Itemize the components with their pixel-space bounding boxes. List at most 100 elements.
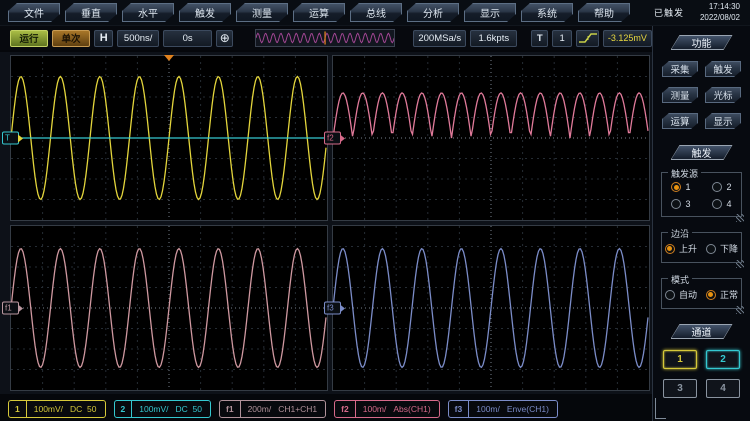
sample-rate: 200MSa/s [413, 30, 466, 47]
acquire-button[interactable]: 采集 [662, 61, 698, 77]
badge-info: DC 50 [68, 404, 104, 414]
trigger-mode-group: 模式 自动 正常 [661, 278, 742, 309]
ch2-info-badge[interactable]: 2 100mV/ DC 50 [114, 400, 212, 418]
radio-icon [706, 290, 716, 300]
trigger-marker-label: T [5, 133, 10, 144]
f3-zero-marker[interactable]: f3 [324, 302, 341, 315]
trigger-edge-group: 边沿 上升 下降 [661, 232, 742, 263]
radio-label: 上升 [679, 242, 697, 255]
radio-label: 正常 [720, 288, 738, 301]
f1-info-badge[interactable]: f1 200m/ CH1+CH1 [219, 400, 326, 418]
horizontal-button[interactable]: H [94, 30, 113, 47]
menu-vertical[interactable]: 垂直 [65, 3, 117, 22]
radio-label: 2 [726, 182, 731, 192]
f1-marker-label: f1 [5, 303, 12, 314]
mode-normal-radio[interactable]: 正常 [705, 288, 739, 301]
status-bar: 1 100mV/ DC 50 2 100mV/ DC 50 f1 200m/ C… [0, 396, 652, 421]
horizontal-offset-button[interactable]: 0s [163, 30, 212, 47]
trigger-source-1-radio[interactable]: 1 [664, 182, 698, 192]
channel-4-button[interactable]: 4 [706, 379, 740, 398]
badge-scale: 100mV/ [27, 404, 68, 414]
scope-display: T f2 f1 f3 [10, 55, 650, 391]
section-header-channel: 通道 [671, 324, 733, 339]
trigger-title: 触发 [672, 146, 732, 159]
f2-info-badge[interactable]: f2 100m/ Abs(CH1) [334, 400, 440, 418]
waveform-preview-strip[interactable] [255, 29, 395, 47]
edge-falling-radio[interactable]: 下降 [705, 242, 739, 255]
menu-measure[interactable]: 测量 [236, 3, 288, 22]
measure-button[interactable]: 测量 [662, 87, 698, 103]
toolbar: 运行 单次 H 500ns/ 0s ⊕ 200MSa/s 1.6kpts T 1… [0, 26, 652, 50]
channel-3-button[interactable]: 3 [663, 379, 697, 398]
trigger-edge-group-title: 边沿 [668, 227, 692, 240]
marker-arrow-icon [340, 304, 345, 312]
oscilloscope-app: 文件 垂直 水平 触发 测量 运算 总线 分析 显示 系统 帮助 已触发 17:… [0, 0, 750, 421]
badge-info: Enve(CH1) [505, 404, 557, 414]
f2-zero-marker[interactable]: f2 [324, 132, 341, 145]
cursor-button[interactable]: 光标 [705, 87, 741, 103]
single-button[interactable]: 单次 [52, 30, 90, 47]
menu-file[interactable]: 文件 [8, 3, 60, 22]
badge-info: Abs(CH1) [391, 404, 438, 414]
timebase-button[interactable]: 500ns/ [117, 30, 159, 47]
trigger-level-value[interactable]: -3.125mV [603, 30, 652, 47]
menu-display[interactable]: 显示 [464, 3, 516, 22]
channel-title: 通道 [672, 325, 732, 338]
trigger-source-3-radio[interactable]: 3 [664, 199, 698, 209]
badge-label: f3 [449, 401, 470, 417]
marker-arrow-icon [340, 134, 345, 142]
radio-label: 3 [685, 199, 690, 209]
rising-edge-icon [578, 31, 598, 45]
radio-icon [712, 182, 722, 192]
menu-bus[interactable]: 总线 [350, 3, 402, 22]
trigger-source-group: 触发源 1 2 3 4 [661, 172, 742, 217]
edge-rising-radio[interactable]: 上升 [664, 242, 698, 255]
function-title: 功能 [672, 36, 732, 49]
trigger-source-4-radio[interactable]: 4 [705, 199, 739, 209]
ch1-info-badge[interactable]: 1 100mV/ DC 50 [8, 400, 106, 418]
badge-scale: 200m/ [241, 404, 277, 414]
f1-zero-marker[interactable]: f1 [2, 302, 19, 315]
time: 17:14:30 [700, 2, 740, 12]
trigger-button[interactable]: 触发 [705, 61, 741, 77]
channel-1-button[interactable]: 1 [663, 350, 697, 369]
channel-buttons: 1 2 3 4 [653, 350, 750, 398]
menu-bar: 文件 垂直 水平 触发 测量 运算 总线 分析 显示 系统 帮助 已触发 17:… [0, 0, 750, 26]
display-button[interactable]: 显示 [705, 113, 741, 129]
channel-2-button[interactable]: 2 [706, 350, 740, 369]
menu-help[interactable]: 帮助 [578, 3, 630, 22]
scope-grid-ch1-ch2[interactable]: T [10, 55, 328, 221]
trigger-t-button[interactable]: T [531, 30, 548, 47]
trigger-mode-group-title: 模式 [668, 273, 692, 286]
math-button[interactable]: 运算 [662, 113, 698, 129]
scope-grid-f2[interactable]: f2 [332, 55, 650, 221]
trigger-slope-icon[interactable] [576, 30, 599, 47]
radio-icon [665, 244, 675, 254]
mode-auto-radio[interactable]: 自动 [664, 288, 698, 301]
trigger-source-button[interactable]: 1 [552, 30, 572, 47]
trigger-source-2-radio[interactable]: 2 [705, 182, 739, 192]
menu-system[interactable]: 系统 [521, 3, 573, 22]
preview-waveform [256, 30, 394, 46]
radio-label: 4 [726, 199, 731, 209]
badge-scale: 100m/ [356, 404, 392, 414]
radio-icon [706, 244, 716, 254]
menu-trigger[interactable]: 触发 [179, 3, 231, 22]
run-button[interactable]: 运行 [10, 30, 48, 47]
f3-info-badge[interactable]: f3 100m/ Enve(CH1) [448, 400, 558, 418]
f2-marker-label: f2 [327, 133, 334, 144]
menu-math[interactable]: 运算 [293, 3, 345, 22]
badge-info: CH1+CH1 [276, 404, 325, 414]
section-header-trigger: 触发 [671, 145, 733, 160]
scope-grid-f3[interactable]: f3 [332, 225, 650, 391]
trigger-level-marker[interactable]: T [2, 132, 19, 145]
waveform-f2 [333, 56, 649, 220]
trigger-status: 已触发 [654, 6, 684, 19]
date: 2022/08/02 [700, 13, 740, 23]
zoom-in-icon[interactable]: ⊕ [216, 30, 233, 47]
scope-grid-f1[interactable]: f1 [10, 225, 328, 391]
menu-horizontal[interactable]: 水平 [122, 3, 174, 22]
badge-info: DC 50 [174, 404, 210, 414]
trigger-position-icon[interactable] [164, 55, 174, 61]
menu-analyze[interactable]: 分析 [407, 3, 459, 22]
